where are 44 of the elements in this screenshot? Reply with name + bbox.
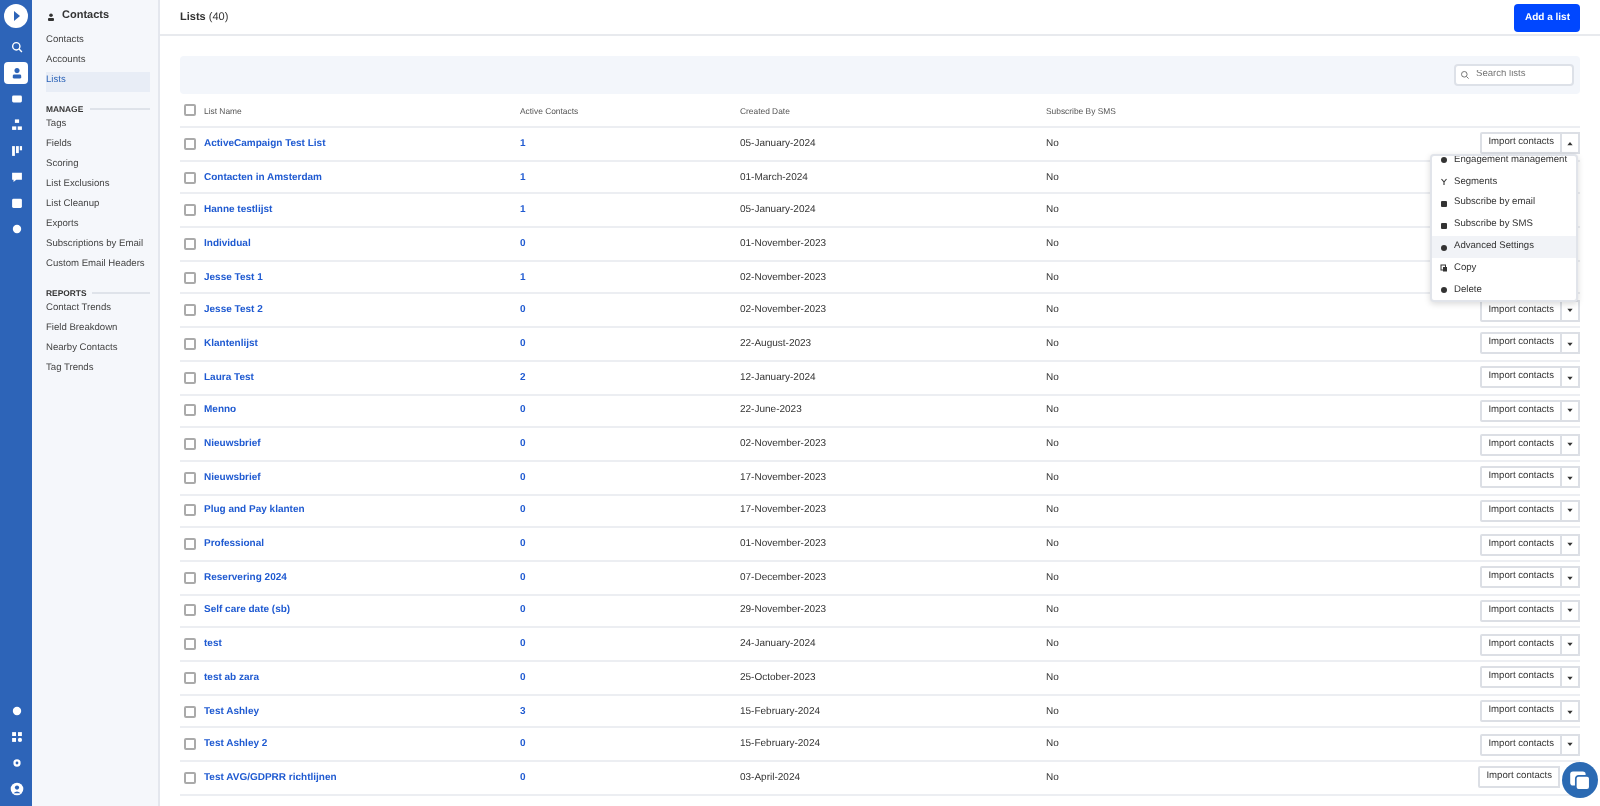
person-icon[interactable]: [4, 62, 28, 84]
checkbox[interactable]: [184, 538, 196, 551]
dropdown-button[interactable]: [1562, 466, 1580, 489]
checkbox[interactable]: [184, 271, 196, 284]
checkbox[interactable]: [184, 137, 196, 150]
dropdown-button[interactable]: [1562, 666, 1580, 689]
person-icon: [46, 11, 56, 21]
dropdown-button[interactable]: [1562, 366, 1580, 389]
checkbox[interactable]: [184, 471, 196, 484]
dropdown-button[interactable]: [1562, 700, 1580, 723]
dropdown-button[interactable]: [1562, 533, 1580, 556]
square-icon: [1440, 221, 1448, 230]
chat-bubble-icon[interactable]: [1562, 762, 1598, 798]
dropdown-button[interactable]: [1562, 733, 1580, 756]
logo-icon[interactable]: [4, 4, 28, 28]
checkbox[interactable]: [184, 571, 196, 584]
square-icon: [1440, 199, 1448, 208]
checkbox[interactable]: [184, 438, 196, 451]
dropdown-button[interactable]: [1562, 499, 1580, 522]
checkbox[interactable]: [184, 404, 196, 417]
dropdown-button[interactable]: [1562, 332, 1580, 355]
checkbox[interactable]: [184, 705, 196, 718]
checkbox[interactable]: [184, 638, 196, 651]
checkbox[interactable]: [184, 171, 196, 184]
checkbox[interactable]: [184, 771, 196, 784]
checkbox[interactable]: [184, 237, 196, 250]
checkbox[interactable]: [184, 371, 196, 384]
checkbox[interactable]: [184, 738, 196, 751]
checkbox[interactable]: [184, 671, 196, 684]
checkbox[interactable]: [184, 304, 196, 317]
checkbox[interactable]: [184, 337, 196, 350]
checkbox[interactable]: [184, 204, 196, 217]
checkbox[interactable]: [184, 504, 196, 517]
fork-icon: [1440, 178, 1448, 187]
dropdown-button[interactable]: [1562, 599, 1580, 622]
dropdown-button[interactable]: [1562, 633, 1580, 656]
dropdown-button[interactable]: [1562, 399, 1580, 422]
copy-icon: [1440, 264, 1448, 273]
dropdown-button[interactable]: [1562, 566, 1580, 589]
search-icon: [1460, 70, 1470, 80]
dropdown-button[interactable]: [1562, 132, 1580, 155]
dropdown-button[interactable]: [1562, 433, 1580, 456]
checkbox[interactable]: [184, 104, 196, 116]
checkbox[interactable]: [184, 604, 196, 617]
